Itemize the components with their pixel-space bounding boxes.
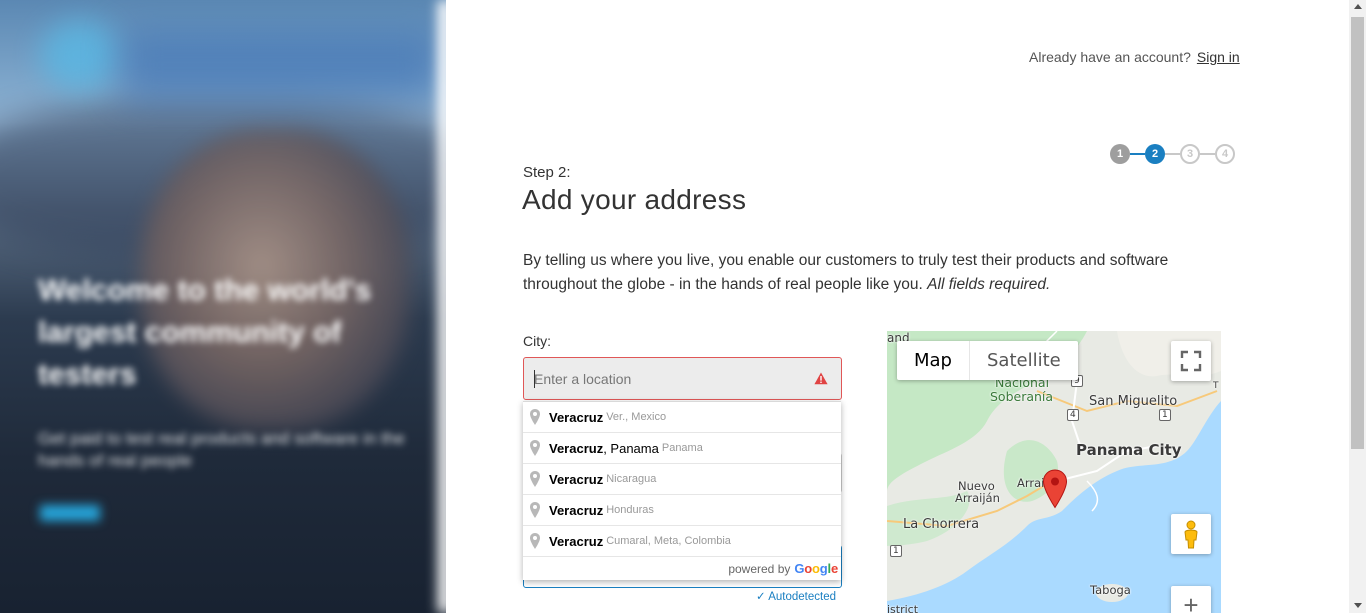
- hero-headline: Welcome to the world's largest community…: [38, 274, 372, 391]
- autocomplete-main: Veracruz: [549, 502, 604, 518]
- powered-by-text: powered by: [728, 561, 791, 576]
- map-label: istrict: [887, 603, 919, 613]
- step-3: 3: [1180, 144, 1200, 164]
- map-type-satellite[interactable]: Satellite: [969, 341, 1078, 380]
- autocomplete-secondary: Honduras: [606, 504, 654, 516]
- step-connector: [1200, 153, 1215, 155]
- page-scrollbar[interactable]: [1349, 0, 1366, 613]
- map-label: Soberanía: [990, 389, 1054, 404]
- location-pin-icon: [530, 502, 540, 518]
- map-label: San Miguelito: [1089, 394, 1178, 409]
- signin-text: Already have an account?: [1029, 49, 1191, 65]
- location-pin-icon: [530, 440, 540, 456]
- map-type-control: Map Satellite: [897, 341, 1078, 380]
- autocomplete-item[interactable]: Veracruz Cumaral, Meta, Colombia: [523, 526, 841, 557]
- warning-icon: [814, 372, 828, 385]
- autocomplete-secondary: Ver., Mexico: [606, 411, 667, 423]
- autocomplete-item[interactable]: Veracruz, Panama Panama: [523, 433, 841, 464]
- signin-link[interactable]: Sign in: [1197, 49, 1240, 65]
- autocomplete-secondary: Panama: [661, 442, 703, 454]
- autocomplete-main: Veracruz: [549, 471, 604, 487]
- pegman-icon: [1184, 520, 1198, 549]
- step-connector: [1165, 153, 1180, 155]
- map-label: Panama City: [1076, 441, 1182, 459]
- autocomplete-item[interactable]: Veracruz Nicaragua: [523, 464, 841, 495]
- autocomplete-main: Veracruz, Panama: [549, 440, 659, 456]
- autocomplete-secondary: Cumaral, Meta, Colombia: [606, 535, 731, 547]
- autocomplete-main: Veracruz: [549, 409, 604, 425]
- hero-logo: [40, 20, 120, 90]
- map-label: Taboga: [1090, 583, 1131, 597]
- check-icon: ✓: [756, 591, 766, 603]
- autocomplete-dropdown: Veracruz Ver., Mexico Veracruz, Panama P…: [523, 401, 841, 580]
- hero-edge: [438, 0, 446, 613]
- autodetected-note: ✓ Autodetected: [756, 589, 836, 603]
- location-pin-icon: [530, 409, 540, 425]
- street-view-button[interactable]: [1171, 514, 1211, 554]
- intro-emphasis: All fields required.: [927, 276, 1051, 293]
- autodetected-label: Autodetected: [768, 591, 836, 603]
- city-label: City:: [523, 333, 551, 349]
- autocomplete-item[interactable]: Veracruz Honduras: [523, 495, 841, 526]
- intro-body: By telling us where you live, you enable…: [523, 252, 1169, 293]
- scrollbar-thumb[interactable]: [1351, 17, 1364, 449]
- hero-body: Get paid to test real products and softw…: [38, 429, 405, 470]
- map-label: T: [1213, 381, 1219, 391]
- hero-panel: Welcome to the world's largest community…: [0, 0, 446, 613]
- intro-text: By telling us where you live, you enable…: [523, 249, 1213, 297]
- route-shield: 4: [1067, 409, 1079, 421]
- step-1: 1: [1110, 144, 1130, 164]
- step-connector: [1130, 153, 1145, 155]
- fullscreen-icon: [1180, 350, 1202, 372]
- city-field[interactable]: [523, 357, 842, 400]
- scroll-up-icon[interactable]: [1354, 4, 1362, 9]
- zoom-in-button[interactable]: +: [1171, 586, 1211, 613]
- route-shield: 1: [1159, 409, 1171, 421]
- location-map[interactable]: and Nacional Soberanía San Miguelito Pan…: [887, 331, 1221, 613]
- location-pin-icon: [530, 471, 540, 487]
- scroll-down-icon[interactable]: [1354, 603, 1362, 608]
- route-shield: 1: [890, 545, 902, 557]
- text-caret: [534, 370, 535, 388]
- map-marker-icon[interactable]: [1042, 469, 1068, 509]
- step-4: 4: [1215, 144, 1235, 164]
- city-input[interactable]: [524, 358, 794, 399]
- fullscreen-button[interactable]: [1171, 341, 1211, 381]
- stepper: 1 2 3 4: [1110, 144, 1235, 164]
- signin-prompt: Already have an account? Sign in: [1029, 49, 1240, 65]
- map-label: Arrai: [1017, 476, 1045, 490]
- autocomplete-secondary: Nicaragua: [606, 473, 657, 485]
- map-label: La Chorrera: [903, 517, 980, 532]
- map-label: Arraiján: [955, 491, 1000, 505]
- step-2: 2: [1145, 144, 1165, 164]
- map-type-map[interactable]: Map: [897, 341, 969, 380]
- autocomplete-item[interactable]: Veracruz Ver., Mexico: [523, 402, 841, 433]
- hero-cta[interactable]: [40, 505, 100, 521]
- autocomplete-main: Veracruz: [549, 533, 604, 549]
- page-title: Add your address: [522, 184, 747, 215]
- location-pin-icon: [530, 533, 540, 549]
- google-logo: Google: [794, 561, 838, 576]
- hero-sky: [120, 30, 440, 100]
- powered-by-google: powered by Google: [523, 557, 841, 580]
- step-label: Step 2:: [523, 164, 571, 181]
